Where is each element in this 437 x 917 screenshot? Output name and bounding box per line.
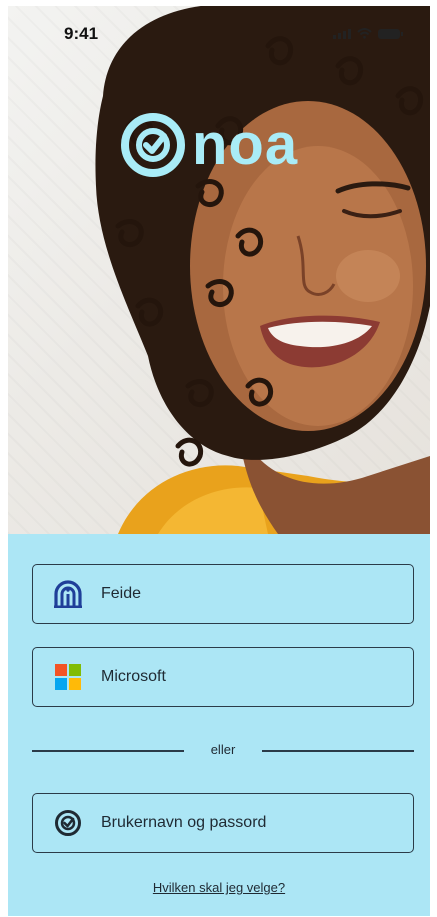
app-screen: 9:41 noa Feide Microsoft eller Brukernav…	[8, 6, 430, 916]
hero-photo: 9:41 noa	[8, 6, 430, 534]
status-time: 9:41	[64, 24, 99, 43]
signal-icon	[333, 29, 351, 39]
feide-login-button[interactable]: Feide	[32, 564, 414, 624]
wifi-icon	[357, 28, 372, 39]
username-password-label: Brukernavn og passord	[101, 814, 267, 831]
logo-text: noa	[192, 112, 299, 177]
battery-icon	[378, 29, 403, 39]
woman-smiling-photo	[95, 6, 430, 534]
microsoft-label: Microsoft	[101, 668, 166, 685]
or-divider: eller	[32, 740, 414, 760]
status-bar: 9:41	[8, 6, 430, 58]
feide-label: Feide	[101, 585, 142, 602]
login-panel: Feide Microsoft eller Brukernavn og pass…	[8, 534, 430, 916]
microsoft-icon	[51, 660, 85, 694]
noa-logo: noa	[120, 112, 298, 178]
noa-check-icon	[51, 806, 85, 840]
feide-icon	[51, 577, 85, 611]
username-password-button[interactable]: Brukernavn og passord	[32, 793, 414, 853]
microsoft-login-button[interactable]: Microsoft	[32, 647, 414, 707]
help-link[interactable]: Hvilken skal jeg velge?	[8, 880, 430, 895]
noa-check-icon	[121, 113, 185, 177]
